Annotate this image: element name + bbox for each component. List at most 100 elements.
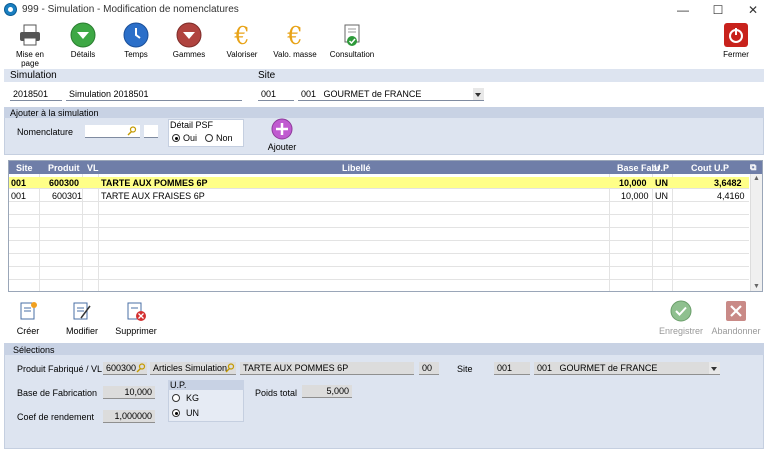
cell-up: UN bbox=[655, 191, 668, 201]
table-header: Site Produit VL Libellé Base Fabr U.P Co… bbox=[9, 161, 762, 174]
supprimer-label: Supprimer bbox=[115, 326, 157, 336]
simulation-header: Simulation bbox=[10, 70, 57, 81]
cell-up: UN bbox=[655, 178, 668, 188]
table-row bbox=[9, 203, 749, 215]
table-row bbox=[9, 268, 749, 280]
nomenclature-label: Nomenclature bbox=[17, 127, 74, 137]
search-key-icon[interactable] bbox=[225, 363, 235, 373]
abandonner-button[interactable]: Abandonner bbox=[711, 300, 761, 336]
power-icon bbox=[724, 23, 748, 47]
euro-icon: € bbox=[233, 22, 249, 48]
temps-button[interactable]: Temps bbox=[111, 22, 161, 59]
nomenclature-table: Site Produit VL Libellé Base Fabr U.P Co… bbox=[8, 160, 763, 292]
document-check-icon bbox=[344, 24, 360, 46]
printer-icon bbox=[20, 24, 40, 46]
libelle-field[interactable]: TARTE AUX POMMES 6P bbox=[240, 362, 414, 375]
non-radio[interactable] bbox=[205, 134, 213, 142]
scroll-down-icon[interactable]: ▼ bbox=[753, 283, 760, 290]
poids-field[interactable]: 5,000 bbox=[302, 385, 352, 398]
cell-libelle: TARTE AUX FRAISES 6P bbox=[101, 191, 205, 201]
temps-label: Temps bbox=[124, 50, 148, 59]
search-key-icon[interactable] bbox=[127, 126, 137, 136]
selection-site-code-field[interactable]: 001 bbox=[494, 362, 530, 375]
supprimer-button[interactable]: Supprimer bbox=[111, 300, 161, 336]
details-button[interactable]: Détails bbox=[58, 22, 108, 59]
minimize-button[interactable]: — bbox=[668, 0, 698, 20]
valo-masse-button[interactable]: € Valo. masse bbox=[270, 22, 320, 59]
cell-base: 10,000 bbox=[621, 191, 649, 201]
table-row bbox=[9, 216, 749, 228]
vl-field[interactable]: 00 bbox=[419, 362, 439, 375]
selections-header-band bbox=[4, 343, 764, 355]
close-window-button[interactable]: ✕ bbox=[738, 0, 768, 20]
valo-masse-label: Valo. masse bbox=[273, 50, 317, 59]
euro-masse-icon: € bbox=[286, 22, 302, 48]
toolbar: Mise en page Détails Temps Gammes € Valo… bbox=[0, 20, 768, 68]
search-key-icon[interactable] bbox=[136, 363, 146, 373]
window-title: 999 - Simulation - Modification de nomen… bbox=[22, 4, 239, 15]
title-bar: 999 - Simulation - Modification de nomen… bbox=[0, 0, 768, 20]
header-band bbox=[4, 69, 764, 82]
base-field[interactable]: 10,000 bbox=[103, 386, 155, 399]
scroll-up-icon[interactable]: ▲ bbox=[753, 175, 760, 182]
ajouter-button[interactable]: Ajouter bbox=[262, 118, 302, 152]
cell-cout: 3,6482 bbox=[714, 178, 742, 188]
export-icon[interactable]: ⧉ bbox=[750, 162, 756, 173]
enregistrer-button[interactable]: Enregistrer bbox=[656, 300, 706, 336]
selection-site-select[interactable]: 001 GOURMET de FRANCE bbox=[534, 362, 720, 375]
up-label: U.P. bbox=[170, 380, 187, 390]
creer-button[interactable]: Créer bbox=[3, 300, 53, 336]
articles-field[interactable]: Articles Simulation bbox=[150, 362, 236, 375]
simulation-code-field[interactable]: 2018501 bbox=[10, 88, 62, 101]
consultation-button[interactable]: Consultation bbox=[327, 22, 377, 59]
col-up[interactable]: U.P bbox=[654, 163, 669, 173]
oui-label: Oui bbox=[183, 133, 198, 143]
site-select[interactable]: 001 GOURMET de FRANCE bbox=[298, 88, 484, 101]
maximize-button[interactable]: ☐ bbox=[703, 0, 733, 20]
coef-field[interactable]: 1,000000 bbox=[103, 410, 155, 423]
creer-label: Créer bbox=[16, 326, 40, 336]
clock-icon bbox=[123, 22, 149, 48]
table-row[interactable]: 001 600300 TARTE AUX POMMES 6P 10,000 UN… bbox=[9, 177, 749, 189]
cell-site: 001 bbox=[11, 178, 27, 188]
selection-site-select-name: GOURMET de FRANCE bbox=[559, 363, 658, 373]
cell-cout: 4,4160 bbox=[717, 191, 745, 201]
mise-en-page-button[interactable]: Mise en page bbox=[5, 22, 55, 68]
cell-produit: 600300 bbox=[49, 178, 80, 188]
add-document-icon bbox=[20, 302, 37, 320]
col-vl[interactable]: VL bbox=[87, 163, 99, 173]
table-row bbox=[9, 242, 749, 254]
gammes-button[interactable]: Gammes bbox=[164, 22, 214, 59]
modifier-button[interactable]: Modifier bbox=[57, 300, 107, 336]
chevron-down-icon bbox=[709, 362, 720, 374]
site-select-name: GOURMET de FRANCE bbox=[323, 89, 422, 99]
fermer-button[interactable]: Fermer bbox=[711, 22, 761, 59]
kg-radio[interactable] bbox=[172, 394, 180, 402]
valoriser-button[interactable]: € Valoriser bbox=[217, 22, 267, 59]
simulation-name-field[interactable]: Simulation 2018501 bbox=[66, 88, 242, 101]
col-produit[interactable]: Produit bbox=[48, 163, 80, 173]
nomenclature-vl-input[interactable] bbox=[144, 125, 158, 138]
site-header: Site bbox=[258, 70, 276, 81]
selection-site-select-code: 001 bbox=[537, 363, 553, 373]
modifier-label: Modifier bbox=[65, 326, 98, 336]
oui-radio[interactable] bbox=[172, 134, 180, 142]
base-label: Base de Fabrication bbox=[17, 388, 98, 398]
col-libelle[interactable]: Libellé bbox=[342, 163, 371, 173]
table-row[interactable]: 001 600301 TARTE AUX FRAISES 6P 10,000 U… bbox=[9, 190, 749, 202]
table-row bbox=[9, 255, 749, 267]
delete-document-icon bbox=[127, 302, 146, 321]
un-radio[interactable] bbox=[172, 409, 180, 417]
abandonner-label: Abandonner bbox=[711, 326, 761, 336]
chevron-down-icon bbox=[473, 88, 484, 100]
col-cout[interactable]: Cout U.P bbox=[691, 163, 729, 173]
site-code-field[interactable]: 001 bbox=[258, 88, 294, 101]
svg-text:€: € bbox=[286, 22, 302, 48]
check-circle-icon bbox=[670, 300, 692, 322]
chevron-down-red-icon bbox=[176, 22, 202, 48]
poids-label: Poids total bbox=[255, 388, 298, 398]
table-scrollbar[interactable]: ▲ ▼ bbox=[750, 174, 762, 291]
gammes-label: Gammes bbox=[172, 50, 206, 59]
col-site[interactable]: Site bbox=[16, 163, 33, 173]
coef-label: Coef de rendement bbox=[17, 412, 95, 422]
